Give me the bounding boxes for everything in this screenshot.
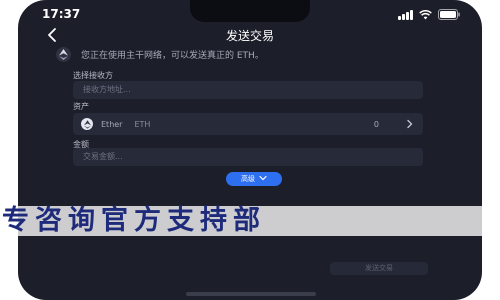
chevron-down-icon [259, 175, 267, 183]
recipient-input[interactable]: 接收方地址... [73, 81, 423, 99]
screenshot-stage: 17:37 发送交易 您正在使用主干网络，可以发送真正的 ETH。 选择接收方 … [0, 0, 500, 300]
page-title: 发送交易 [225, 29, 274, 43]
ethereum-icon [81, 118, 93, 130]
asset-name: Ether [101, 119, 123, 129]
asset-label: 资产 [73, 102, 89, 111]
recipient-label: 选择接收方 [73, 71, 113, 80]
asset-selector[interactable]: Ether ETH 0 [73, 113, 423, 135]
signal-icon [398, 9, 413, 20]
notice-text: 您正在使用主干网络，可以发送真正的 ETH。 [81, 50, 264, 61]
watermark-banner: 专咨询官方支持部 [0, 206, 500, 236]
wifi-icon [419, 9, 432, 20]
send-transaction-button[interactable]: 发送交易 [330, 262, 428, 275]
status-icons [398, 9, 460, 20]
status-time: 17:37 [42, 7, 81, 21]
asset-symbol: ETH [134, 119, 151, 129]
home-indicator[interactable] [186, 292, 316, 296]
status-bar: 17:37 [18, 0, 482, 24]
app-header: 发送交易 [18, 26, 482, 46]
advanced-label: 高级 [241, 175, 255, 183]
chevron-right-icon [405, 119, 415, 129]
amount-input[interactable]: 交易金额... [73, 148, 423, 166]
phone-notch [190, 0, 310, 22]
asset-balance: 0 [373, 119, 379, 129]
phone-screen: 17:37 发送交易 您正在使用主干网络，可以发送真正的 ETH。 选择接收方 … [18, 0, 482, 300]
advanced-button[interactable]: 高级 [226, 172, 282, 186]
ethereum-icon [56, 46, 71, 62]
network-notice: 您正在使用主干网络，可以发送真正的 ETH。 [56, 46, 456, 62]
battery-icon [438, 9, 460, 20]
